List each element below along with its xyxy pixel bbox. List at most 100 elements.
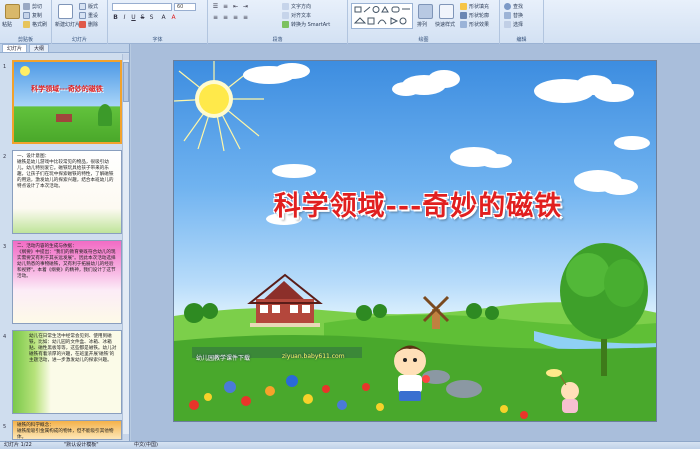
shape-effects-button[interactable]: 形状效果 xyxy=(460,21,489,28)
select-button[interactable]: 选择 xyxy=(504,21,523,28)
shapes-gallery[interactable] xyxy=(351,3,413,29)
format-painter-button[interactable]: 格式刷 xyxy=(23,21,47,28)
font-name-field[interactable] xyxy=(112,3,172,11)
numbering-icon[interactable]: ≡ xyxy=(222,3,229,10)
underline-icon[interactable]: U xyxy=(130,14,137,21)
tree-icon xyxy=(98,104,112,126)
slide-title[interactable]: 科学领域---奇妙的磁铁 xyxy=(218,184,618,223)
sun-icon xyxy=(20,66,30,76)
smartart-icon xyxy=(282,21,289,28)
slide-count-status: 幻灯片 1/22 xyxy=(4,442,32,448)
align-right-icon[interactable]: ≡ xyxy=(232,14,239,21)
quick-styles-icon[interactable] xyxy=(439,4,454,19)
slide-thumb-1[interactable]: 科学领域---奇妙的磁铁 xyxy=(12,60,122,144)
align-text-button[interactable]: 对齐文本 xyxy=(282,12,311,19)
status-bar: 幻灯片 1/22 "默认设计模板" 中文(中国) xyxy=(0,441,700,449)
arrange-button[interactable]: 排列 xyxy=(417,21,427,28)
pane-tabs: 幻灯片 大纲 xyxy=(0,44,129,53)
brush-icon xyxy=(23,21,30,28)
delete-button[interactable]: 删除 xyxy=(79,21,98,28)
language-status: 中文(中国) xyxy=(134,442,158,448)
font-color-icon[interactable]: A xyxy=(170,14,177,21)
shadow-icon[interactable]: S xyxy=(148,14,155,21)
italic-icon[interactable]: I xyxy=(121,14,128,21)
tab-outline[interactable]: 大纲 xyxy=(29,44,50,52)
slide-edit-area: 科学领域---奇妙的磁铁 幼儿园教学课件下载 ziyuan.baby611.co… xyxy=(131,44,700,441)
slide-site-text: ziyuan.baby611.com xyxy=(282,353,345,360)
layout-button[interactable]: 版式 xyxy=(79,3,98,10)
theme-status: "默认设计模板" xyxy=(64,442,99,448)
decrease-indent-icon[interactable]: ⇤ xyxy=(232,3,239,10)
thumb-text: 幼儿在日常生活中经常会见到、使用到磁铁，比如：幼儿园的文件盒、冰箱、冰箱贴、磁性… xyxy=(29,334,117,363)
thumb-text: 一、设计意图： 磁铁是幼儿游戏中比较常见的物品，很吸引幼儿，幼儿特别爱它。磁铁玩… xyxy=(17,154,114,189)
shape-fill-button[interactable]: 形状填充 xyxy=(460,3,489,10)
strikethrough-icon[interactable]: S xyxy=(139,14,146,21)
align-text-icon xyxy=(282,12,289,19)
scroll-down-icon[interactable] xyxy=(123,434,129,440)
reset-button[interactable]: 重设 xyxy=(79,12,98,19)
reset-icon xyxy=(79,12,86,19)
copy-icon xyxy=(23,12,30,19)
slide-thumb-4[interactable]: 幼儿在日常生活中经常会见到、使用到磁铁，比如：幼儿园的文件盒、冰箱、冰箱贴、磁性… xyxy=(12,330,122,414)
clipboard-group: 粘贴 剪切 复制 格式刷 剪贴板 xyxy=(0,0,52,44)
clipboard-group-label: 剪贴板 xyxy=(17,37,33,43)
thumb-number: 2 xyxy=(3,154,7,160)
thumbnail-scrollbar[interactable] xyxy=(122,54,129,440)
delete-icon xyxy=(79,21,86,28)
font-group: 60 B I U S S A A 字体 xyxy=(108,0,208,44)
tab-slides[interactable]: 幻灯片 xyxy=(2,44,28,52)
text-direction-button[interactable]: 文字方向 xyxy=(282,3,311,10)
font-grow-icon[interactable]: A xyxy=(160,14,167,21)
text-direction-icon xyxy=(282,3,289,10)
select-icon xyxy=(504,21,511,28)
paste-button[interactable]: 粘贴 xyxy=(2,21,12,28)
bullets-icon[interactable]: ☰ xyxy=(212,3,219,10)
replace-icon xyxy=(504,12,511,19)
font-size-field[interactable]: 60 xyxy=(174,3,196,11)
find-icon xyxy=(504,3,511,10)
find-button[interactable]: 查找 xyxy=(504,3,523,10)
paragraph-group: ☰ ≡ ⇤ ⇥ ≡ ≡ ≡ ≡ 文字方向 对齐文本 转换为 SmartArt 段… xyxy=(208,0,348,44)
house-icon xyxy=(56,114,72,122)
drawing-group-label: 绘图 xyxy=(418,37,429,43)
slide-thumb-2[interactable]: 一、设计意图： 磁铁是幼儿游戏中比较常见的物品，很吸引幼儿，幼儿特别爱它。磁铁玩… xyxy=(12,150,122,234)
bold-icon[interactable]: B xyxy=(112,14,119,21)
house-icon xyxy=(247,273,323,327)
slide-banner-text: 幼儿园教学课件下载 xyxy=(196,355,251,362)
slide-thumb-5[interactable]: 磁铁的科学概念： 磁铁能吸引金属构成的物体，但不能吸引其他物体。 xyxy=(12,420,122,440)
thumb-text: 磁铁的科学概念： 磁铁能吸引金属构成的物体，但不能吸引其他物体。 xyxy=(17,423,114,440)
thumb-title: 科学领域---奇妙的磁铁 xyxy=(31,85,103,93)
thumb-text: 二、活动内容的生成与依据： 《纲要》中提出："我们的教育要既符合幼儿的现实需要又… xyxy=(17,244,116,279)
fill-icon xyxy=(460,3,467,10)
thumb-number: 1 xyxy=(3,64,7,70)
new-slide-button[interactable]: 新建幻灯片 xyxy=(55,21,80,28)
slide-thumb-3[interactable]: 二、活动内容的生成与依据： 《纲要》中提出："我们的教育要既符合幼儿的现实需要又… xyxy=(12,240,122,324)
smartart-button[interactable]: 转换为 SmartArt xyxy=(282,21,330,28)
effects-icon xyxy=(460,21,467,28)
scroll-thumb[interactable] xyxy=(123,62,129,102)
arrange-icon[interactable] xyxy=(418,4,433,19)
slide-background-art xyxy=(174,61,656,421)
drawing-group: 排列 快速样式 形状填充 形状轮廓 形状效果 绘图 xyxy=(348,0,500,44)
paste-icon[interactable] xyxy=(5,4,20,19)
copy-button[interactable]: 复制 xyxy=(23,12,42,19)
scroll-up-icon[interactable] xyxy=(123,54,129,60)
scissors-icon xyxy=(23,3,30,10)
ribbon: 粘贴 剪切 复制 格式刷 剪贴板 新建幻灯片 版式 重设 删除 幻灯片 60 B… xyxy=(0,0,700,44)
justify-icon[interactable]: ≡ xyxy=(242,14,249,21)
editing-group-label: 编辑 xyxy=(516,37,527,43)
shapes-gallery-icons xyxy=(353,6,410,25)
current-slide[interactable]: 科学领域---奇妙的磁铁 幼儿园教学课件下载 ziyuan.baby611.co… xyxy=(173,60,657,422)
increase-indent-icon[interactable]: ⇥ xyxy=(242,3,249,10)
align-center-icon[interactable]: ≡ xyxy=(222,14,229,21)
thumb-number: 3 xyxy=(3,244,7,250)
align-left-icon[interactable]: ≡ xyxy=(212,14,219,21)
slides-group: 新建幻灯片 版式 重设 删除 幻灯片 xyxy=(52,0,108,44)
slide-thumbnail-pane: 幻灯片 大纲 1 科学领域---奇妙的磁铁 2 一、设计意图： 磁铁是幼儿游戏中… xyxy=(0,44,130,441)
quick-styles-button[interactable]: 快速样式 xyxy=(435,21,455,28)
replace-button[interactable]: 替换 xyxy=(504,12,523,19)
new-slide-icon[interactable] xyxy=(58,4,73,19)
shape-outline-button[interactable]: 形状轮廓 xyxy=(460,12,489,19)
cut-button[interactable]: 剪切 xyxy=(23,3,42,10)
layout-icon xyxy=(79,3,86,10)
